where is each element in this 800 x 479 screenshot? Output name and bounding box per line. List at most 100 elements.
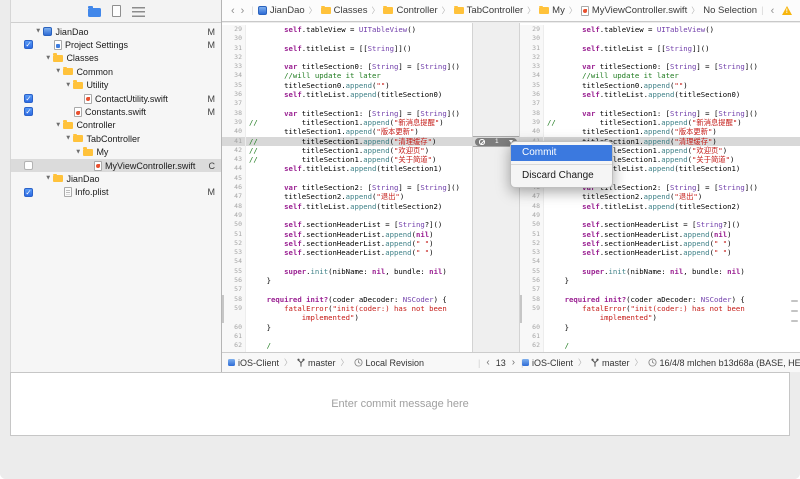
- code-line-changed[interactable]: 41// titleSection1.append("清理缓存"): [222, 136, 472, 146]
- code-line[interactable]: 49: [520, 210, 800, 221]
- code-line[interactable]: 33 var titleSection0: [String] = [String…: [520, 62, 800, 72]
- code-line[interactable]: 40 titleSection1.append("版本更新"): [520, 127, 800, 137]
- tree-item-info-plist[interactable]: ✓ Info.plist M: [11, 186, 221, 199]
- code-line[interactable]: 50 self.sectionHeaderList = [String?](): [222, 220, 472, 230]
- code-line[interactable]: 48 self.titleList.append(titleSection2): [520, 201, 800, 211]
- code-line[interactable]: 44 self.titleList.append(titleSection1): [222, 164, 472, 174]
- footer-project[interactable]: iOS-Client: [238, 358, 279, 368]
- breadcrumb-item-my[interactable]: My: [539, 5, 565, 16]
- code-line[interactable]: 52 self.sectionHeaderList.append(" "): [222, 238, 472, 249]
- code-line[interactable]: 57: [520, 285, 800, 295]
- code-line[interactable]: 56 }: [520, 276, 800, 286]
- code-line[interactable]: 37: [222, 99, 472, 109]
- code-line[interactable]: 43// titleSection1.append("关于简道"): [222, 155, 472, 165]
- code-line[interactable]: 55 super.init(nibName: nil, bundle: nil): [222, 266, 472, 277]
- code-line[interactable]: 62 /: [520, 341, 800, 351]
- breadcrumb-item-myviewcontroller-swift[interactable]: MyViewController.swift: [580, 5, 687, 16]
- back-chevron-icon[interactable]: ‹: [228, 5, 238, 17]
- code-line[interactable]: 55 super.init(nibName: nil, bundle: nil): [520, 266, 800, 277]
- breadcrumb-item-classes[interactable]: Classes: [320, 5, 367, 16]
- include-checkbox[interactable]: ✓: [24, 107, 33, 117]
- code-line[interactable]: 53 self.sectionHeaderList.append(" "): [222, 248, 472, 258]
- code-line[interactable]: 50 self.sectionHeaderList = [String?](): [520, 220, 800, 230]
- footer-branch[interactable]: master: [308, 358, 336, 368]
- code-line[interactable]: 30: [222, 34, 472, 44]
- prev-change-chevron-icon[interactable]: ‹: [486, 357, 489, 368]
- tree-item-classes[interactable]: ▼ Classes: [11, 52, 221, 65]
- code-line[interactable]: 39// titleSection1.append("新消息提醒"): [222, 117, 472, 128]
- disclosure-triangle-icon[interactable]: ▼: [55, 68, 61, 75]
- code-line[interactable]: 51 self.sectionHeaderList.append(nil): [520, 229, 800, 239]
- menu-item-commit[interactable]: Commit: [511, 145, 612, 161]
- source-editor-local[interactable]: 29 self.tableView = UITableView() 30 31 se…: [222, 23, 472, 354]
- code-line[interactable]: 60 }: [222, 322, 472, 332]
- disclosure-triangle-icon[interactable]: ▼: [35, 28, 41, 35]
- code-line[interactable]: 29 self.tableView = UITableView(): [520, 25, 800, 35]
- code-line[interactable]: 36 self.titleList.append(titleSection0): [222, 90, 472, 100]
- code-line[interactable]: 32: [520, 52, 800, 63]
- code-line[interactable]: 60 }: [520, 322, 800, 332]
- footer-project[interactable]: iOS-Client: [532, 358, 573, 368]
- code-line[interactable]: 33 var titleSection0: [String] = [String…: [222, 62, 472, 72]
- commit-message-input[interactable]: Enter commit message here: [10, 372, 790, 436]
- breadcrumb-item-no-selection[interactable]: No Selection: [703, 5, 757, 16]
- code-line[interactable]: 47 titleSection2.append("退出"): [222, 192, 472, 202]
- disclosure-triangle-icon[interactable]: ▼: [45, 54, 51, 61]
- tree-item-controller[interactable]: ▼ Controller: [11, 119, 221, 132]
- code-line[interactable]: 57: [222, 285, 472, 295]
- disclosure-triangle-icon[interactable]: ▼: [45, 175, 51, 182]
- code-line[interactable]: 52 self.sectionHeaderList.append(" "): [520, 238, 800, 249]
- code-line[interactable]: implemented"): [520, 313, 800, 323]
- code-line[interactable]: 38 var titleSection1: [String] = [String…: [222, 108, 472, 118]
- warning-icon[interactable]: [782, 6, 793, 15]
- code-line[interactable]: 40 titleSection1.append("版本更新"): [222, 127, 472, 137]
- code-line[interactable]: 29 self.tableView = UITableView(): [222, 25, 472, 35]
- breadcrumb-item-tabcontroller[interactable]: TabController: [453, 5, 523, 16]
- code-line[interactable]: 51 self.sectionHeaderList.append(nil): [222, 229, 472, 239]
- code-line[interactable]: 62 /: [222, 341, 472, 351]
- code-line[interactable]: 59 fatalError("init(coder:) has not been: [222, 303, 472, 314]
- footer-branch[interactable]: master: [602, 358, 630, 368]
- code-line[interactable]: 59 fatalError("init(coder:) has not been: [520, 303, 800, 314]
- code-line[interactable]: 46 var titleSection2: [String] = [String…: [222, 183, 472, 193]
- disclosure-triangle-icon[interactable]: ▼: [65, 135, 71, 142]
- code-line[interactable]: 35 titleSection0.append(""): [520, 80, 800, 91]
- tree-item-constants-swift[interactable]: ✓ Constants.swift M: [11, 105, 221, 118]
- code-line[interactable]: 34 //will update it later: [222, 71, 472, 81]
- tree-item-myviewcontroller-swift[interactable]: MyViewController.swift C: [11, 158, 221, 173]
- footer-revision[interactable]: Local Revision: [366, 358, 425, 368]
- log-list-icon[interactable]: [131, 6, 145, 17]
- include-checkbox[interactable]: ✓: [24, 187, 33, 197]
- code-line[interactable]: 58 required init?(coder aDecoder: NSCode…: [520, 294, 800, 304]
- code-line[interactable]: 61: [222, 331, 472, 342]
- code-line[interactable]: 36 self.titleList.append(titleSection0): [520, 90, 800, 100]
- tree-item-contactutility-swift[interactable]: ✓ ContactUtility.swift M: [11, 92, 221, 105]
- tree-item-utility[interactable]: ▼ Utility: [11, 79, 221, 92]
- changes-folder-icon[interactable]: [87, 5, 101, 17]
- disclosure-triangle-icon[interactable]: ▼: [75, 148, 81, 155]
- tree-item-project-settings[interactable]: ✓ Project Settings M: [11, 38, 221, 51]
- include-checkbox[interactable]: ✓: [24, 93, 33, 103]
- breadcrumb-item-controller[interactable]: Controller: [383, 5, 438, 16]
- code-line[interactable]: 45: [222, 173, 472, 184]
- next-change-chevron-icon[interactable]: ›: [512, 357, 515, 368]
- code-line[interactable]: 54: [520, 257, 800, 267]
- include-checkbox[interactable]: ✓: [24, 40, 33, 50]
- tree-item-jiandao[interactable]: ▼ JianDao: [11, 172, 221, 185]
- code-line[interactable]: 31 self.titleList = [[String]](): [520, 43, 800, 53]
- prev-issue-chevron-icon[interactable]: ‹: [768, 5, 778, 17]
- include-checkbox[interactable]: [24, 160, 33, 170]
- tree-item-common[interactable]: ▼ Common: [11, 65, 221, 78]
- code-line[interactable]: 30: [520, 34, 800, 44]
- code-line[interactable]: 31 self.titleList = [[String]](): [222, 43, 472, 53]
- code-line[interactable]: 49: [222, 210, 472, 221]
- code-line[interactable]: 39// titleSection1.append("新消息提醒"): [520, 117, 800, 128]
- breadcrumb-item-jiandao[interactable]: JianDao: [257, 5, 305, 16]
- footer-revision[interactable]: 16/4/8 mlchen b13d68a (BASE, HEAD): [660, 358, 800, 368]
- forward-chevron-icon[interactable]: ›: [238, 5, 248, 17]
- menu-item-discard-change[interactable]: Discard Change: [511, 168, 612, 184]
- code-line[interactable]: 42// titleSection1.append("欢迎页"): [222, 145, 472, 156]
- document-icon[interactable]: [111, 5, 121, 17]
- code-line[interactable]: 53 self.sectionHeaderList.append(" "): [520, 248, 800, 258]
- tree-item-my[interactable]: ▼ My: [11, 146, 221, 159]
